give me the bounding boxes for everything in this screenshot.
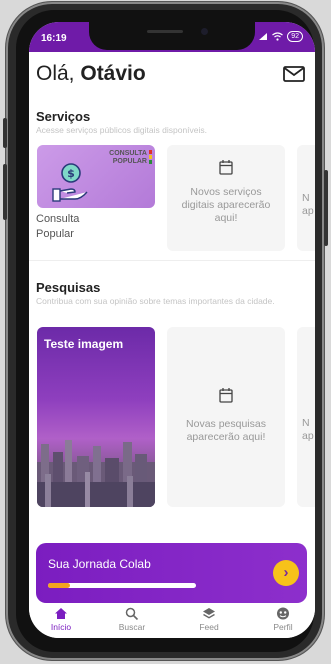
next-service-placeholder: N ap bbox=[297, 145, 315, 251]
signal-icon bbox=[259, 33, 268, 40]
chevron-right-icon[interactable]: › bbox=[273, 560, 299, 586]
label-line2: Popular bbox=[36, 228, 74, 240]
journey-progress-bar bbox=[48, 583, 196, 588]
svg-text:$: $ bbox=[67, 167, 75, 180]
search-icon bbox=[125, 607, 139, 620]
app-screen: 16:19 92 Olá, Otávio Serviços Acesse ser… bbox=[29, 22, 315, 638]
user-name: Otávio bbox=[80, 62, 146, 85]
consulta-popular-label[interactable]: Consulta Popular bbox=[36, 212, 79, 242]
surveys-title: Pesquisas bbox=[36, 280, 101, 295]
mail-icon[interactable] bbox=[283, 66, 305, 82]
nav-label: Feed bbox=[199, 622, 219, 632]
greeting-prefix: Olá, bbox=[36, 62, 81, 85]
new-services-placeholder: Novos serviços digitais aparecerão aqui! bbox=[167, 145, 285, 251]
next-survey-placeholder: N ap bbox=[297, 327, 315, 507]
notch bbox=[89, 22, 255, 50]
side-button bbox=[324, 170, 328, 246]
logo-bars bbox=[149, 150, 152, 164]
side-button bbox=[3, 164, 7, 220]
speaker-grille bbox=[147, 30, 183, 33]
status-time: 16:19 bbox=[41, 33, 67, 44]
survey-card-title: Teste imagem bbox=[44, 337, 124, 351]
surveys-subtitle: Contribua com sua opinião sobre temas im… bbox=[36, 296, 275, 306]
layers-icon bbox=[203, 608, 215, 619]
bottom-nav: Início Buscar Feed Perfil bbox=[29, 607, 315, 638]
home-icon bbox=[55, 608, 67, 619]
nav-label: Buscar bbox=[118, 622, 146, 632]
consulta-logo: CONSULTA POPULAR bbox=[109, 150, 147, 166]
calendar-icon bbox=[219, 160, 233, 175]
nav-item-perfil[interactable]: Perfil bbox=[253, 607, 313, 632]
calendar-icon bbox=[219, 388, 233, 403]
nav-item-inicio[interactable]: Início bbox=[31, 607, 91, 632]
placeholder-text: Novas pesquisas aparecerão aqui! bbox=[186, 418, 266, 443]
wifi-icon bbox=[272, 32, 284, 41]
journey-banner[interactable]: Sua Jornada Colab › bbox=[36, 543, 307, 603]
placeholder-text: Novos serviços digitais aparecerão aqui! bbox=[181, 186, 271, 224]
services-title: Serviços bbox=[36, 109, 91, 124]
city-skyline-image bbox=[37, 440, 155, 507]
nav-label: Perfil bbox=[273, 622, 293, 632]
section-divider bbox=[29, 260, 315, 261]
journey-title: Sua Jornada Colab bbox=[48, 557, 151, 571]
logo-line1: CONSULTA bbox=[109, 150, 147, 157]
nav-label: Início bbox=[50, 622, 72, 632]
logo-line2: POPULAR bbox=[112, 158, 147, 165]
journey-progress-fill bbox=[48, 583, 71, 588]
camera-icon bbox=[201, 28, 208, 35]
nav-item-buscar[interactable]: Buscar bbox=[102, 607, 162, 632]
coin-hand-icon: $ bbox=[52, 163, 88, 202]
consulta-popular-card[interactable]: CONSULTA POPULAR $ bbox=[37, 145, 155, 208]
partial-text: N ap bbox=[302, 192, 314, 217]
nav-item-feed[interactable]: Feed bbox=[179, 607, 239, 632]
side-button bbox=[3, 118, 7, 148]
label-line1: Consulta bbox=[36, 213, 80, 225]
new-surveys-placeholder: Novas pesquisas aparecerão aqui! bbox=[167, 327, 285, 507]
battery-icon: 92 bbox=[287, 31, 303, 42]
profile-icon bbox=[277, 607, 289, 620]
services-subtitle: Acesse serviços públicos digitais dispon… bbox=[36, 125, 208, 135]
greeting: Olá, Otávio bbox=[36, 62, 146, 86]
survey-card-teste-imagem[interactable]: Teste imagem bbox=[37, 327, 155, 507]
status-icons: 92 bbox=[258, 31, 303, 42]
partial-text: N ap bbox=[302, 417, 314, 442]
